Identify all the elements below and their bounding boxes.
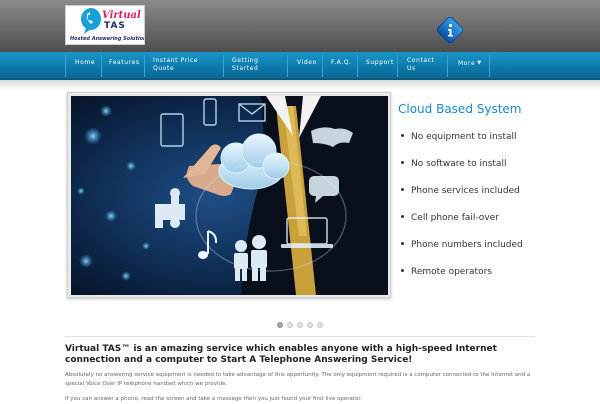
nav-separator bbox=[322, 55, 323, 77]
nav-label: Support bbox=[366, 59, 394, 66]
cloud-computing-hero-image bbox=[71, 96, 388, 295]
feature-text: Cell phone fail-over bbox=[411, 213, 499, 223]
feature-list: No equipment to install No software to i… bbox=[401, 132, 523, 294]
info-icon[interactable] bbox=[437, 17, 463, 43]
nav-label: Home bbox=[75, 59, 96, 66]
nav-separator bbox=[223, 55, 224, 77]
nav-label: F.A.Q. bbox=[331, 59, 352, 66]
list-item: Phone services included bbox=[401, 186, 523, 213]
list-item: Cell phone fail-over bbox=[401, 213, 523, 240]
bullet bbox=[401, 242, 404, 245]
nav-label: Getting bbox=[232, 57, 259, 64]
nav-label: More bbox=[458, 60, 476, 67]
pager-dot[interactable] bbox=[307, 322, 313, 328]
content-divider bbox=[65, 336, 535, 337]
bullet bbox=[401, 188, 404, 191]
nav-item-support[interactable]: Support bbox=[366, 60, 394, 78]
slide-title: Cloud Based System bbox=[398, 102, 522, 116]
nav-separator bbox=[447, 55, 448, 77]
nav-label: Instant Price bbox=[153, 57, 199, 64]
nav-item-faq[interactable]: F.A.Q. bbox=[331, 60, 352, 78]
nav-separator bbox=[101, 55, 102, 77]
pager-dot[interactable] bbox=[277, 322, 283, 328]
chevron-down-icon: ▼ bbox=[477, 60, 482, 66]
feature-text: Phone numbers included bbox=[411, 240, 523, 250]
feature-text: No equipment to install bbox=[411, 132, 517, 142]
nav-item-instant-price-quote[interactable]: Instant Price Quote bbox=[153, 58, 198, 76]
site-logo[interactable]: Virtual TAS Hosted Answering Solutions bbox=[65, 5, 145, 45]
bullet bbox=[401, 215, 404, 218]
intro-heading: Virtual TAS™ is an amazing service which… bbox=[65, 344, 497, 365]
nav-separator bbox=[144, 55, 145, 77]
feature-text: No software to install bbox=[411, 159, 507, 169]
logo-word-tas: TAS bbox=[104, 21, 126, 31]
nav-item-getting-started[interactable]: Getting Started bbox=[232, 58, 259, 76]
nav-item-video[interactable]: Video bbox=[297, 60, 317, 78]
nav-item-more[interactable]: More ▼ bbox=[458, 60, 482, 78]
pager-dot[interactable] bbox=[287, 322, 293, 328]
nav-separator bbox=[397, 55, 398, 77]
feature-text: Phone services included bbox=[411, 186, 520, 196]
bullet bbox=[401, 134, 404, 137]
nav-item-contact-us[interactable]: Contact Us bbox=[407, 58, 435, 76]
main-navigation: Home Features Instant Price Quote Gettin… bbox=[0, 52, 600, 80]
pager-dot[interactable] bbox=[297, 322, 303, 328]
header-shadow bbox=[0, 80, 600, 90]
nav-label-line2: Us bbox=[407, 65, 416, 72]
nav-separator bbox=[489, 55, 490, 77]
logo-word-virtual: Virtual bbox=[102, 10, 141, 21]
phone-bubble-icon bbox=[81, 8, 101, 34]
list-item: Phone numbers included bbox=[401, 240, 523, 267]
intro-paragraph: Absolutely no answering service equipmen… bbox=[65, 372, 531, 387]
nav-separator bbox=[357, 55, 358, 77]
nav-separator bbox=[287, 55, 288, 77]
nav-label: Video bbox=[297, 59, 317, 66]
nav-item-features[interactable]: Features bbox=[109, 60, 140, 78]
pager-dot[interactable] bbox=[317, 322, 323, 328]
nav-label-line2: Started bbox=[232, 65, 259, 72]
nav-label: Features bbox=[109, 59, 140, 66]
list-item: No software to install bbox=[401, 159, 523, 186]
site-header: Virtual TAS Hosted Answering Solutions bbox=[0, 0, 600, 52]
nav-label: Contact bbox=[407, 57, 435, 64]
logo-tagline: Hosted Answering Solutions bbox=[70, 36, 145, 42]
list-item: Remote operators bbox=[401, 267, 523, 294]
nav-label-line2: Quote bbox=[153, 65, 175, 72]
nav-item-home[interactable]: Home bbox=[75, 60, 95, 78]
nav-separator bbox=[65, 55, 66, 77]
feature-text: Remote operators bbox=[411, 267, 492, 277]
bullet bbox=[401, 269, 404, 272]
hero-slider[interactable] bbox=[67, 92, 391, 298]
bullet bbox=[401, 161, 404, 164]
list-item: No equipment to install bbox=[401, 132, 523, 159]
